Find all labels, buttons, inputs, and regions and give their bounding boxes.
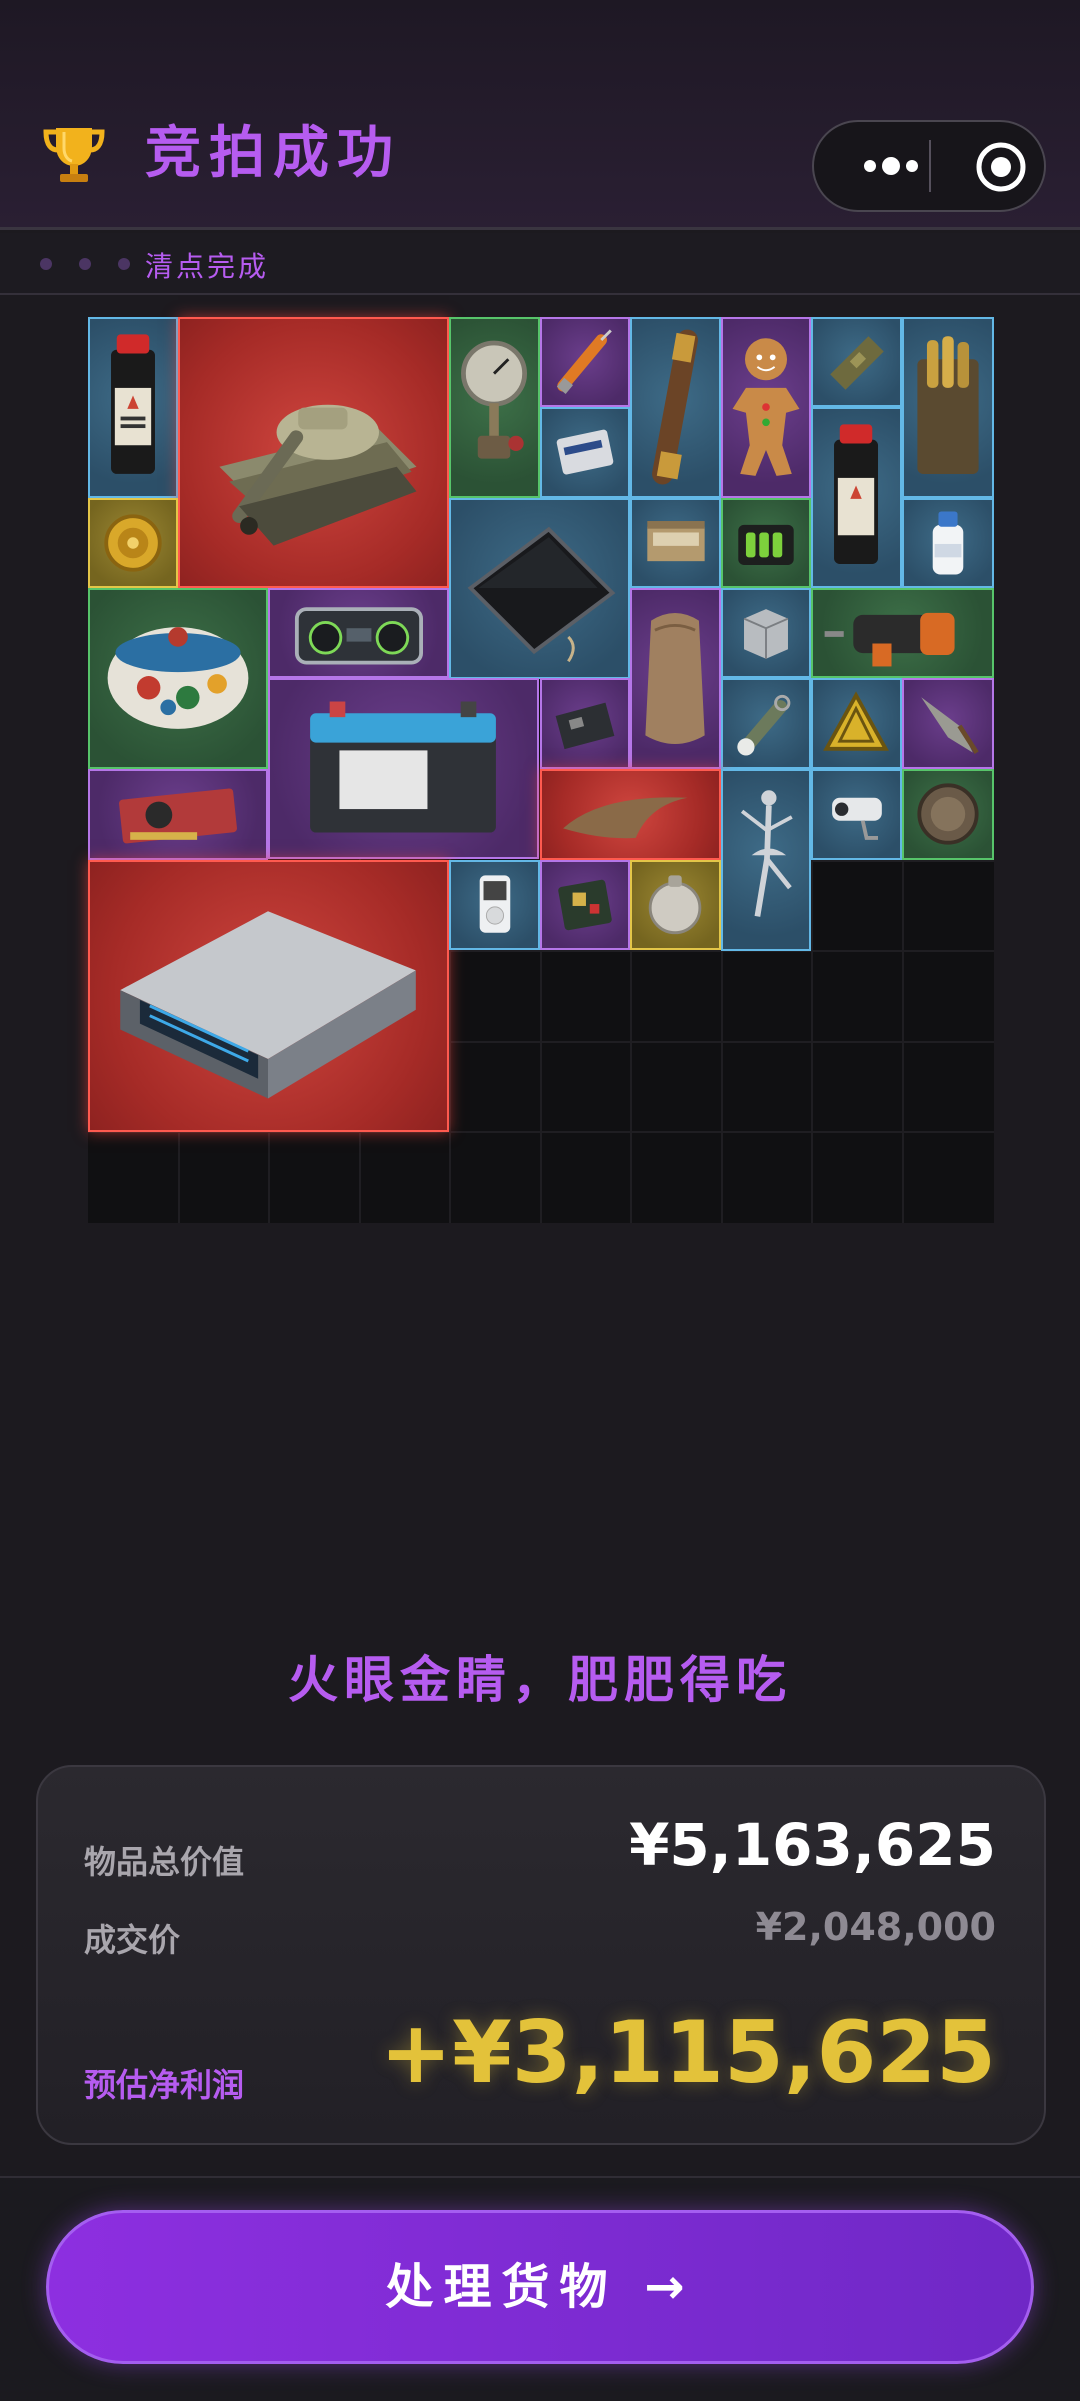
- ration-pack-item[interactable]: [811, 317, 902, 407]
- status-text: 清点完成: [145, 250, 270, 283]
- progress-dot: [118, 258, 131, 270]
- battery-pack-item[interactable]: [721, 498, 811, 588]
- cigarette-box-item[interactable]: [630, 498, 721, 588]
- chip-board-item[interactable]: [540, 860, 630, 950]
- ceramic-pot-item[interactable]: [88, 588, 268, 769]
- tank-item[interactable]: [178, 317, 449, 588]
- bronze-coin-item[interactable]: [902, 769, 994, 860]
- medicine-bottle-item[interactable]: [902, 498, 994, 588]
- security-camera-item[interactable]: [811, 769, 902, 860]
- tablet-item[interactable]: [449, 498, 630, 679]
- pocket-device-item[interactable]: [630, 860, 721, 950]
- memory-card-item[interactable]: [540, 407, 630, 498]
- mini-program-capsule: [812, 120, 1046, 212]
- water-tank-item[interactable]: [721, 588, 811, 678]
- deal-price-label: 成交价: [84, 1921, 181, 1959]
- syringe-item[interactable]: [540, 317, 630, 407]
- deal-price-value: ¥2,048,000: [755, 1905, 996, 1949]
- close-target-icon[interactable]: [954, 122, 1040, 210]
- dinosaur-claw-item[interactable]: [540, 769, 721, 860]
- total-value-label: 物品总价值: [84, 1843, 245, 1881]
- brass-telescope-item[interactable]: [630, 317, 721, 498]
- page-title: 竞拍成功: [145, 121, 401, 186]
- more-icon[interactable]: [848, 122, 934, 210]
- process-goods-button[interactable]: 处理货物 →: [46, 2210, 1034, 2364]
- net-profit-label: 预估净利润: [84, 2066, 245, 2104]
- server-unit-item[interactable]: [88, 860, 449, 1132]
- spearhead-item[interactable]: [902, 678, 994, 769]
- progress-dot: [40, 258, 52, 270]
- inventory-grid: [88, 317, 994, 1223]
- gingerbread-man-item[interactable]: [721, 317, 811, 498]
- trophy-icon: [43, 128, 105, 182]
- status-bar: 清点完成: [0, 233, 1080, 295]
- ballerina-statue-item[interactable]: [721, 769, 811, 951]
- car-battery-item[interactable]: [268, 678, 539, 859]
- slogan-text: 火眼金睛，肥肥得吃: [288, 1651, 792, 1709]
- graphics-card-item[interactable]: [88, 769, 268, 860]
- progress-dot: [79, 258, 92, 270]
- capsule-divider: [929, 140, 931, 192]
- black-powder-bottle-item[interactable]: [88, 317, 178, 498]
- power-drill-item[interactable]: [811, 588, 994, 678]
- gold-medallion-item[interactable]: [88, 498, 178, 588]
- flashlight-item[interactable]: [721, 678, 811, 769]
- sack-item[interactable]: [630, 588, 721, 769]
- mp3-player-item[interactable]: [449, 860, 540, 950]
- pressure-gauge-item[interactable]: [449, 317, 540, 498]
- net-profit-value: +¥3,115,625: [379, 2003, 996, 2103]
- profit-summary-card: 物品总价值 ¥5,163,625 成交价 ¥2,048,000 预估净利润 +¥…: [36, 1765, 1046, 2145]
- ammo-case-item[interactable]: [902, 317, 994, 498]
- header: 竞拍成功: [0, 0, 1080, 230]
- total-value: ¥5,163,625: [629, 1811, 996, 1879]
- black-powder-bottle-item-2[interactable]: [811, 407, 902, 588]
- boombox-item[interactable]: [268, 588, 449, 678]
- progress-dots: [40, 255, 152, 274]
- footer: 处理货物 →: [0, 2176, 1080, 2401]
- warning-sign-item[interactable]: [811, 678, 902, 769]
- circuit-board-item[interactable]: [540, 678, 630, 769]
